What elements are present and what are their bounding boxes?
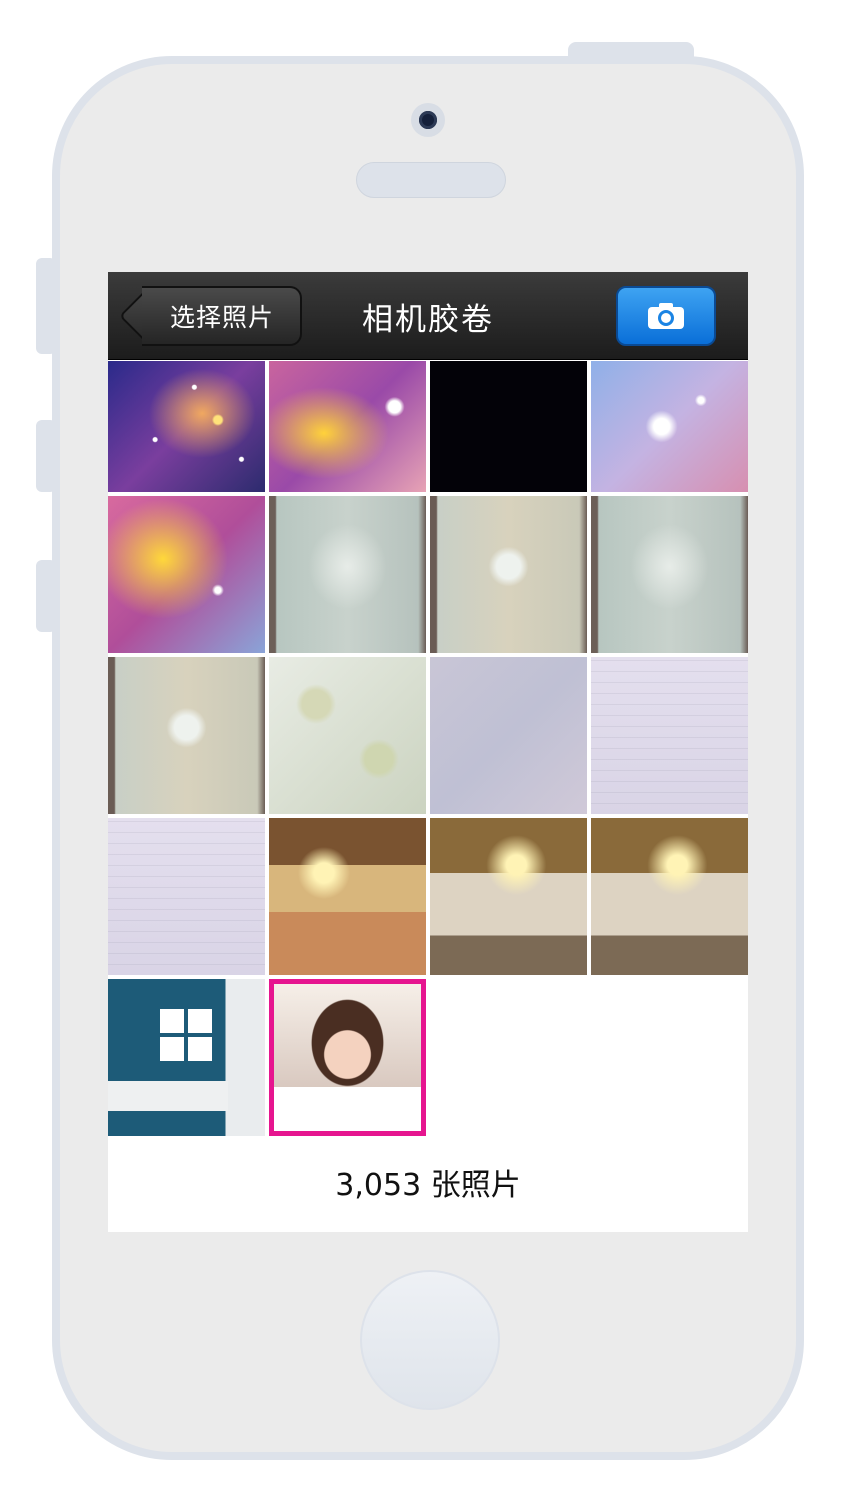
- device-mockup: 选择照片 相机胶卷 3,053 张照片: [0, 0, 850, 1502]
- photo-thumbnail[interactable]: [108, 818, 265, 975]
- photo-thumbnail[interactable]: [430, 657, 587, 814]
- screen: 选择照片 相机胶卷 3,053 张照片: [108, 272, 748, 1232]
- front-camera: [411, 103, 445, 137]
- earpiece-speaker: [356, 162, 506, 198]
- photo-thumbnail[interactable]: [591, 818, 748, 975]
- photo-thumbnail[interactable]: [269, 657, 426, 814]
- photo-thumbnail[interactable]: [269, 496, 426, 653]
- camera-icon: [648, 303, 684, 329]
- photo-thumbnail[interactable]: [108, 657, 265, 814]
- photo-thumbnail[interactable]: [430, 361, 587, 492]
- photo-thumbnail[interactable]: [591, 496, 748, 653]
- photo-thumbnail-selected[interactable]: [269, 979, 426, 1136]
- page-title: 相机胶卷: [362, 301, 494, 338]
- photo-thumbnail[interactable]: [591, 657, 748, 814]
- navigation-bar: 选择照片 相机胶卷: [108, 272, 748, 360]
- camera-button[interactable]: [616, 286, 716, 346]
- back-button-label[interactable]: 选择照片: [142, 286, 302, 346]
- photo-thumbnail[interactable]: [269, 361, 426, 492]
- home-button[interactable]: [360, 1270, 500, 1410]
- photo-count: 3,053 张照片: [335, 1168, 521, 1203]
- photo-thumbnail[interactable]: [269, 818, 426, 975]
- photo-thumbnail[interactable]: [108, 361, 265, 492]
- photo-thumbnail[interactable]: [108, 979, 265, 1136]
- photo-thumbnail[interactable]: [591, 361, 748, 492]
- photo-thumbnail[interactable]: [430, 496, 587, 653]
- photo-thumbnail[interactable]: [108, 496, 265, 653]
- photo-thumbnail[interactable]: [430, 818, 587, 975]
